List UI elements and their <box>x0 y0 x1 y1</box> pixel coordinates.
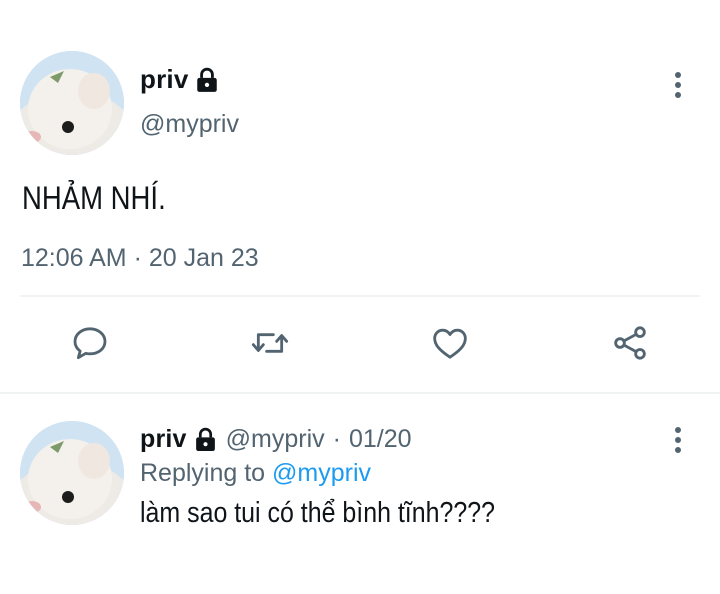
avatar-image <box>20 51 124 155</box>
retweet-icon <box>251 333 289 353</box>
reply-button[interactable] <box>68 321 112 365</box>
speech-bubble-icon <box>73 327 107 360</box>
tweet-timestamp[interactable]: 12:06 AM · 20 Jan 23 <box>21 244 259 273</box>
lock-icon <box>193 427 218 452</box>
replying-to-label: Replying to <box>140 459 266 487</box>
reply-text: làm sao tui có thể bình tĩnh???? <box>140 497 495 529</box>
reply-author-name[interactable]: priv <box>140 425 187 454</box>
replying-to-mention[interactable]: @mypriv <box>272 459 371 487</box>
reply-author-handle[interactable]: @mypriv <box>226 425 325 454</box>
author-name-row: priv <box>140 64 220 95</box>
lock-icon <box>194 67 220 93</box>
divider <box>0 392 720 394</box>
divider <box>20 295 700 297</box>
author-handle[interactable]: @mypriv <box>140 110 239 139</box>
share-icon <box>614 326 646 360</box>
retweet-button[interactable] <box>248 321 292 365</box>
replying-to-line: Replying to @mypriv <box>140 459 371 488</box>
like-button[interactable] <box>428 321 472 365</box>
reply-header: priv @mypriv · 01/20 <box>140 425 412 454</box>
reply-avatar[interactable] <box>20 421 124 525</box>
heart-icon <box>433 328 467 359</box>
meta-separator: · <box>332 425 341 453</box>
author-display-name[interactable]: priv <box>140 64 188 95</box>
more-vertical-icon[interactable] <box>673 427 683 453</box>
share-button[interactable] <box>608 321 652 365</box>
reply-date[interactable]: 01/20 <box>349 425 412 454</box>
avatar-image <box>20 421 124 525</box>
more-vertical-icon[interactable] <box>673 72 683 98</box>
avatar[interactable] <box>20 51 124 155</box>
tweet-text: NHẢM NHÍ. <box>22 180 166 216</box>
